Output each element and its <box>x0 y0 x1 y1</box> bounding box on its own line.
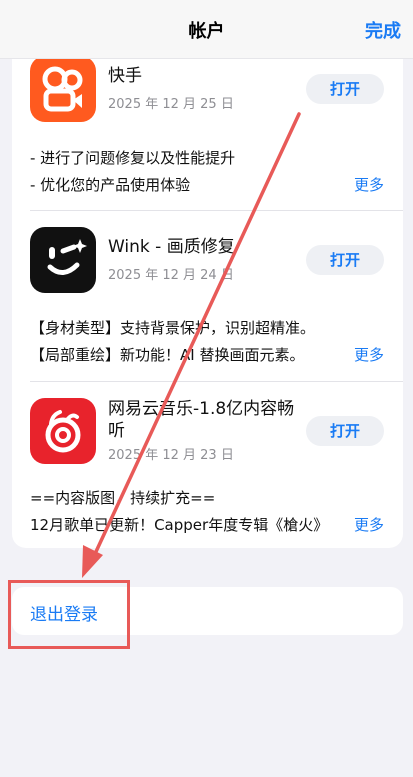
open-button[interactable]: 打开 <box>306 74 384 104</box>
open-button[interactable]: 打开 <box>306 245 384 275</box>
release-note-line: - 优化您的产品使用体验 <box>30 176 191 194</box>
release-note-line: 【身材美型】支持背景保护，识别超精准。 <box>30 319 316 337</box>
update-item-netease-music: 网易云音乐-1.8亿内容畅听 2025 年 12 月 23 日 打开 ==内容版… <box>12 382 403 548</box>
update-item-kuaishou: 快手 2025 年 12 月 25 日 打开 - 进行了问题修复以及性能提升 -… <box>12 40 403 210</box>
release-note-line: - 进行了问题修复以及性能提升 <box>30 149 236 167</box>
kuaishou-app-icon[interactable] <box>30 56 96 122</box>
app-name: 快手 <box>108 66 142 86</box>
app-update-date: 2025 年 12 月 24 日 <box>108 268 234 283</box>
wink-app-icon[interactable] <box>30 227 96 293</box>
more-link[interactable]: 更多 <box>347 514 384 535</box>
release-note-line: 12月歌单已更新！Capper年度专辑《槍火》 <box>30 516 329 534</box>
open-button[interactable]: 打开 <box>306 416 384 446</box>
app-update-date: 2025 年 12 月 25 日 <box>108 97 234 112</box>
app-update-date: 2025 年 12 月 23 日 <box>108 448 234 463</box>
more-link[interactable]: 更多 <box>347 344 384 365</box>
app-name: 网易云音乐-1.8亿内容畅听 <box>108 399 295 441</box>
account-page: 帐户 完成 快手 2025 年 12 月 25 日 打开 - 进行了问题修复以及… <box>0 0 413 777</box>
app-name: Wink - 画质修复 <box>108 237 235 257</box>
navigation-bar: 帐户 完成 <box>0 0 413 59</box>
arrow-head <box>82 545 103 578</box>
release-note-line: 【局部重绘】新功能！AI 替换画面元素。 <box>30 346 305 364</box>
updates-card: 快手 2025 年 12 月 25 日 打开 - 进行了问题修复以及性能提升 -… <box>12 40 403 548</box>
update-item-wink: Wink - 画质修复 2025 年 12 月 24 日 打开 【身材美型】支持… <box>12 211 403 381</box>
highlight-box <box>8 580 130 649</box>
release-note-line: ==内容版图，持续扩充== <box>30 489 216 507</box>
more-link[interactable]: 更多 <box>347 174 384 195</box>
page-title: 帐户 <box>188 21 225 42</box>
done-button[interactable]: 完成 <box>365 17 401 43</box>
netease-music-app-icon[interactable] <box>30 398 96 464</box>
